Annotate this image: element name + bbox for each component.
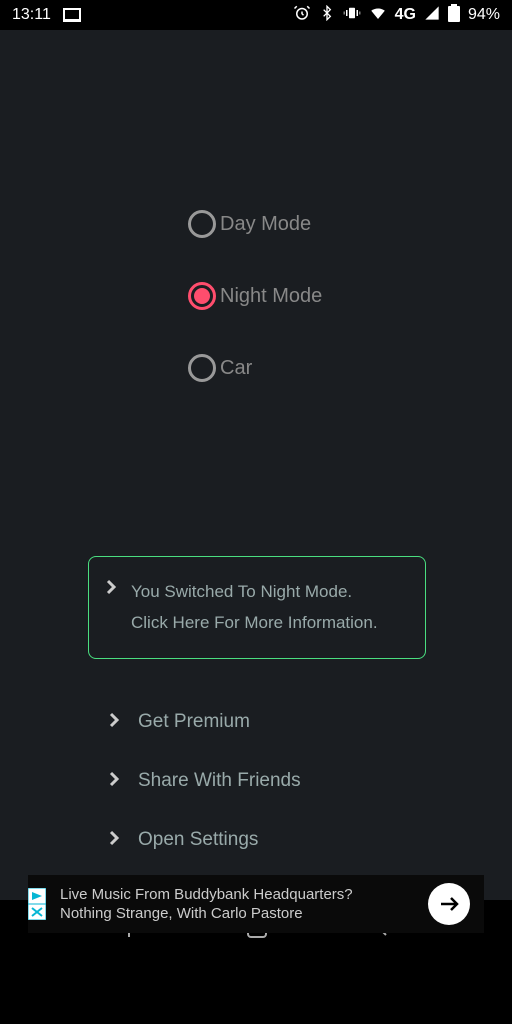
battery-percent: 94% xyxy=(468,6,500,24)
ad-line1: Live Music From Buddybank Headquarters? xyxy=(60,885,353,905)
mode-radio-group: Day Mode Night Mode Car xyxy=(188,210,322,382)
menu-settings[interactable]: Open Settings xyxy=(108,828,301,851)
vibrate-icon xyxy=(343,4,361,27)
info-text: You Switched To Night Mode. Click Here F… xyxy=(131,577,378,638)
info-line2: Click Here For More Information. xyxy=(131,608,378,639)
ad-line2: Nothing Strange, With Carlo Pastore xyxy=(60,904,353,924)
ad-badge-icon xyxy=(28,888,46,920)
night-mode-info-box[interactable]: You Switched To Night Mode. Click Here F… xyxy=(88,556,426,659)
radio-day-mode[interactable]: Day Mode xyxy=(188,210,322,238)
wifi-icon xyxy=(369,4,387,27)
radio-label: Day Mode xyxy=(220,213,311,236)
chevron-right-icon xyxy=(105,579,117,600)
radio-car[interactable]: Car xyxy=(188,354,322,382)
main-content: Day Mode Night Mode Car You Switched To … xyxy=(0,30,512,900)
radio-circle-selected-icon xyxy=(188,282,216,310)
menu-label: Get Premium xyxy=(138,711,250,733)
alarm-icon xyxy=(293,4,311,27)
status-right: 4G 94% xyxy=(293,4,500,27)
menu-get-premium[interactable]: Get Premium xyxy=(108,710,301,733)
chevron-right-icon xyxy=(108,712,120,733)
status-bar: 13:11 4G 94% xyxy=(0,0,512,30)
menu-list: Get Premium Share With Friends Open Sett… xyxy=(108,710,301,851)
status-left: 13:11 xyxy=(12,6,81,24)
radio-circle-icon xyxy=(188,210,216,238)
radio-night-mode[interactable]: Night Mode xyxy=(188,282,322,310)
menu-label: Open Settings xyxy=(138,829,258,851)
chevron-right-icon xyxy=(108,771,120,792)
ad-arrow-button[interactable] xyxy=(428,883,470,925)
arrow-right-icon xyxy=(437,892,461,916)
radio-circle-icon xyxy=(188,354,216,382)
ad-text: Live Music From Buddybank Headquarters? … xyxy=(60,885,353,924)
info-line1: You Switched To Night Mode. xyxy=(131,577,378,608)
battery-icon xyxy=(448,4,460,27)
network-type: 4G xyxy=(395,6,416,24)
ad-banner[interactable]: Live Music From Buddybank Headquarters? … xyxy=(28,875,484,933)
radio-label: Night Mode xyxy=(220,285,322,308)
radio-label: Car xyxy=(220,357,252,380)
signal-icon xyxy=(424,5,440,26)
laptop-icon xyxy=(63,8,81,22)
bluetooth-icon xyxy=(319,5,335,26)
menu-label: Share With Friends xyxy=(138,770,301,792)
menu-share[interactable]: Share With Friends xyxy=(108,769,301,792)
status-time: 13:11 xyxy=(12,6,51,24)
chevron-right-icon xyxy=(108,830,120,851)
